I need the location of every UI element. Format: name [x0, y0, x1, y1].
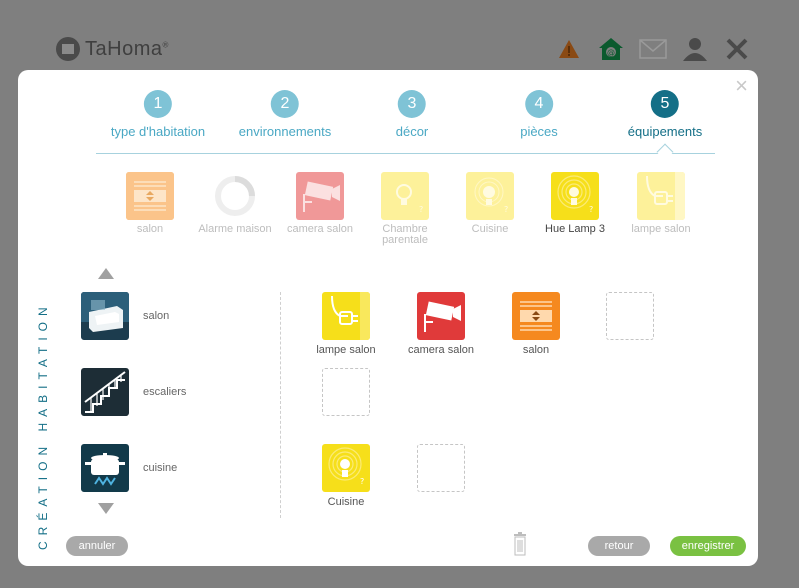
svg-text:?: ? — [504, 205, 508, 214]
room-cuisine[interactable]: cuisine — [81, 444, 177, 492]
camera-icon — [296, 172, 344, 220]
creation-modal: × 1 type d'habitation 2 environnements 3… — [18, 70, 758, 566]
device-lampe-salon[interactable]: lampe salon — [619, 172, 703, 235]
empty-slot-escaliers[interactable] — [322, 368, 370, 416]
room-salon[interactable]: salon — [81, 292, 169, 340]
armchair-icon — [81, 292, 129, 340]
vertical-title: CRÉATION HABITATION — [36, 301, 50, 550]
svg-text:?: ? — [360, 477, 364, 486]
user-icon[interactable] — [681, 36, 709, 62]
step-pieces[interactable]: 4 pièces — [520, 90, 558, 139]
hue-bulb-icon: ? — [551, 172, 599, 220]
step-decor[interactable]: 3 décor — [395, 90, 429, 139]
step-number: 3 — [398, 90, 426, 118]
warning-icon[interactable] — [555, 36, 583, 62]
room-label: cuisine — [143, 462, 178, 474]
device-label: lampe salon — [631, 223, 691, 235]
empty-slot-cuisine[interactable] — [417, 444, 465, 492]
alarm-spinner-icon — [211, 172, 259, 220]
device-palette: salon Alarme maison camera salon ? Chamb… — [118, 172, 708, 262]
svg-text:?: ? — [419, 205, 423, 214]
wizard-steps: 1 type d'habitation 2 environnements 3 d… — [96, 90, 716, 156]
step-number: 4 — [524, 90, 553, 118]
device-label: Alarme maison — [198, 223, 272, 235]
step-environnements[interactable]: 2 environnements — [238, 90, 332, 139]
room-label: escaliers — [143, 386, 187, 398]
camera-icon — [417, 292, 465, 340]
step-type-habitation[interactable]: 1 type d'habitation — [111, 90, 205, 139]
device-hue-lamp-3[interactable]: ? Hue Lamp 3 — [533, 172, 617, 235]
device-alarme-maison[interactable]: Alarme maison — [193, 172, 277, 235]
device-salon[interactable]: salon — [108, 172, 192, 235]
svg-text:?: ? — [589, 205, 593, 214]
step-label: pièces — [520, 124, 558, 139]
shutter-icon — [126, 172, 174, 220]
placed-cuisine-bulb[interactable]: ? Cuisine — [306, 444, 386, 508]
cancel-button[interactable]: annuler — [66, 536, 128, 556]
bulb-icon: ? — [466, 172, 514, 220]
device-label: Chambre parentale — [382, 223, 428, 246]
scroll-down-arrow-icon[interactable] — [98, 503, 114, 514]
plug-icon — [322, 292, 370, 340]
stairs-icon — [81, 368, 129, 416]
step-number: 1 — [144, 90, 172, 118]
shutter-icon — [512, 292, 560, 340]
save-button[interactable]: enregistrer — [670, 536, 746, 556]
placed-salon-shutter[interactable]: salon — [496, 292, 576, 356]
tahoma-logo: TaHoma® — [56, 37, 169, 61]
device-camera-salon[interactable]: camera salon — [278, 172, 362, 235]
step-label: équipements — [627, 124, 703, 139]
step-number: 5 — [650, 90, 679, 118]
brand-registered-mark: ® — [162, 39, 169, 49]
steps-divider — [96, 153, 715, 154]
step-number: 2 — [271, 90, 299, 118]
placed-lampe-salon[interactable]: lampe salon — [306, 292, 386, 356]
placed-camera-salon[interactable]: camera salon — [401, 292, 481, 356]
device-label: camera salon — [286, 223, 354, 235]
step-label: décor — [395, 124, 429, 139]
placed-label: lampe salon — [316, 344, 376, 356]
modal-close-icon[interactable]: × — [735, 75, 748, 97]
device-label: Cuisine — [471, 223, 509, 235]
brand-name: TaHoma — [85, 37, 163, 60]
device-chambre-parentale[interactable]: ? Chambre parentale — [363, 172, 447, 246]
header-icons: @ — [555, 36, 751, 62]
empty-slot-salon[interactable] — [606, 292, 654, 340]
cooking-pot-icon — [81, 444, 129, 492]
close-icon[interactable] — [723, 36, 751, 62]
column-divider — [280, 292, 281, 518]
room-escaliers[interactable]: escaliers — [81, 368, 186, 416]
device-cuisine[interactable]: ? Cuisine — [448, 172, 532, 235]
plug-icon — [637, 172, 685, 220]
device-label: salon — [136, 223, 164, 235]
mail-icon[interactable] — [639, 36, 667, 62]
home-at-icon[interactable]: @ — [597, 36, 625, 62]
placed-label: Cuisine — [327, 496, 365, 508]
step-equipements[interactable]: 5 équipements — [628, 90, 702, 139]
device-label: Hue Lamp 3 — [545, 223, 605, 235]
trash-icon[interactable] — [513, 532, 527, 556]
placed-label: salon — [522, 344, 550, 356]
room-label: salon — [143, 310, 170, 322]
step-label: environnements — [238, 124, 332, 139]
scroll-up-arrow-icon[interactable] — [98, 268, 114, 279]
bulb-icon: ? — [381, 172, 429, 220]
back-button[interactable]: retour — [588, 536, 650, 556]
svg-text:@: @ — [607, 48, 615, 57]
placed-label: camera salon — [407, 344, 475, 356]
app-header: TaHoma® @ — [0, 0, 799, 70]
step-label: type d'habitation — [110, 124, 206, 139]
house-logo-icon — [56, 37, 80, 61]
bulb-icon: ? — [322, 444, 370, 492]
